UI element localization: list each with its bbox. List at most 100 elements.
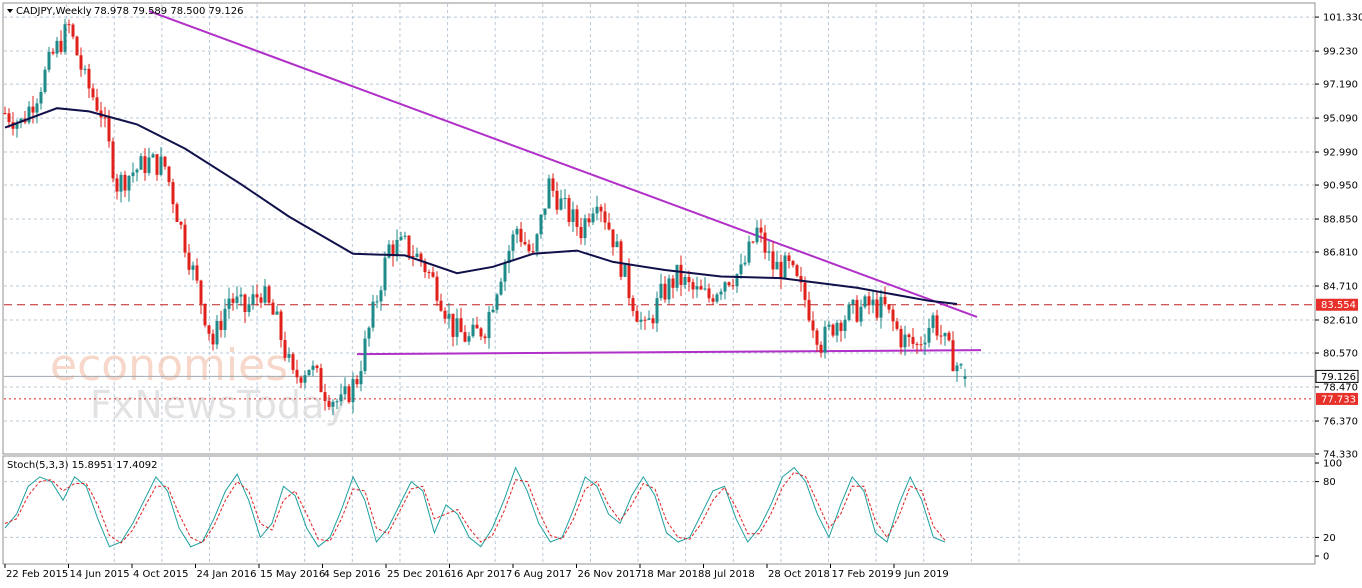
- candle-body: [619, 241, 623, 277]
- candle-body: [907, 334, 911, 338]
- candle-body: [915, 343, 919, 345]
- candle-body: [531, 251, 535, 253]
- candle-body: [403, 235, 407, 237]
- candle-body: [375, 301, 379, 303]
- candle-body: [155, 154, 159, 175]
- candle-body: [615, 241, 619, 248]
- candle-body: [591, 213, 595, 223]
- watermark-fxnewstoday: FxNewsToday: [90, 383, 347, 427]
- candle-body: [823, 326, 827, 353]
- candle-body: [687, 277, 691, 283]
- candle-body: [935, 315, 939, 336]
- time-tick-label: 28 Oct 2018: [768, 569, 830, 580]
- candle-body: [271, 302, 275, 315]
- candle-body: [335, 401, 339, 403]
- candle-body: [63, 24, 67, 52]
- candle-body: [351, 379, 355, 403]
- candle-body: [255, 294, 259, 298]
- candle-body: [3, 113, 7, 115]
- candle-body: [579, 226, 583, 239]
- candle-body: [811, 320, 815, 331]
- symbol-header: CADJPY,Weekly 78.978 79.589 78.500 79.12…: [7, 6, 244, 17]
- candle-body: [751, 241, 755, 243]
- candle-body: [607, 222, 611, 230]
- time-tick-label: 24 Jan 2016: [197, 569, 257, 580]
- candle-body: [927, 327, 931, 343]
- candle-body: [851, 299, 855, 305]
- candle-body: [399, 236, 403, 240]
- time-tick-label: 8 Jul 2018: [705, 569, 755, 580]
- candle-body: [383, 257, 387, 291]
- candle-body: [631, 298, 635, 312]
- candle-body: [283, 340, 287, 358]
- price-tick-label: 86.810: [1323, 248, 1358, 259]
- candle-body: [227, 298, 231, 309]
- price-tick-label: 95.090: [1323, 114, 1358, 125]
- candle-body: [655, 298, 659, 324]
- chart-canvas: economies FxNewsToday CADJPY,Weekly 78.9…: [2, 2, 1362, 580]
- candle-body: [847, 304, 851, 320]
- candle-body: [263, 286, 267, 303]
- candle-body: [831, 324, 835, 336]
- price-tick-label: 88.850: [1323, 215, 1358, 226]
- candle-body: [555, 190, 559, 210]
- stoch-signal-line: [4, 471, 946, 544]
- candle-body: [743, 262, 747, 265]
- candle-body: [79, 55, 83, 70]
- candle-body: [663, 283, 667, 300]
- candle-body: [691, 282, 695, 290]
- candle-body: [431, 272, 435, 277]
- candle-body: [291, 354, 295, 370]
- chart-root: economies FxNewsToday CADJPY,Weekly 78.9…: [0, 0, 1362, 584]
- candle-body: [675, 264, 679, 288]
- candle-body: [491, 309, 495, 313]
- candle-body: [267, 286, 271, 303]
- candle-body: [95, 97, 99, 111]
- symbol-label: CADJPY,Weekly: [16, 6, 92, 17]
- ma-polyline: [4, 107, 958, 305]
- candle-body: [959, 364, 963, 366]
- candle-body: [943, 332, 947, 337]
- candle-body: [207, 325, 211, 334]
- candle-body: [443, 310, 447, 319]
- candle-body: [759, 227, 763, 233]
- candle-body: [303, 375, 307, 383]
- trendline: [356, 349, 982, 356]
- time-tick-label: 4 Sep 2016: [324, 569, 381, 580]
- candle-body: [571, 209, 575, 223]
- stoch-axis: 100 80 20 0: [1315, 459, 1342, 563]
- candle-body: [939, 335, 943, 337]
- candle-body: [143, 156, 147, 173]
- candle-body: [843, 319, 847, 332]
- candle-body: [159, 156, 163, 175]
- candle-body: [251, 294, 255, 305]
- candle-body: [739, 264, 743, 275]
- candle-body: [651, 318, 655, 324]
- time-tick-label: 9 Jun 2019: [895, 569, 949, 580]
- candle-body: [275, 311, 279, 315]
- candle-body: [611, 229, 615, 248]
- candle-body: [671, 278, 675, 288]
- time-tick-label: 26 Nov 2017: [578, 569, 642, 580]
- candle-body: [483, 336, 487, 339]
- candle-body: [39, 91, 43, 104]
- candle-body: [35, 103, 39, 113]
- candle-body: [187, 252, 191, 270]
- candle-body: [951, 340, 955, 372]
- time-axis: 22 Feb 2015 14 Jun 2015 4 Oct 2015 24 Jan 2…: [4, 564, 949, 580]
- candle-body: [711, 298, 715, 302]
- dropdown-triangle-icon[interactable]: [7, 9, 13, 13]
- price-tick-label: 76.370: [1323, 416, 1358, 427]
- candle-body: [239, 294, 243, 297]
- candle-body: [947, 332, 951, 341]
- level-tag-label: 83.554: [1321, 300, 1356, 311]
- candle-body: [311, 365, 315, 370]
- level-tag-label: 77.733: [1321, 394, 1356, 405]
- time-tick-label: 4 Oct 2015: [133, 569, 188, 580]
- candle-body: [107, 117, 111, 142]
- candle-body: [439, 300, 443, 311]
- candle-body: [427, 272, 431, 274]
- candle-body: [539, 214, 543, 235]
- candle-body: [319, 368, 323, 393]
- price-tick-label: 90.950: [1323, 181, 1358, 192]
